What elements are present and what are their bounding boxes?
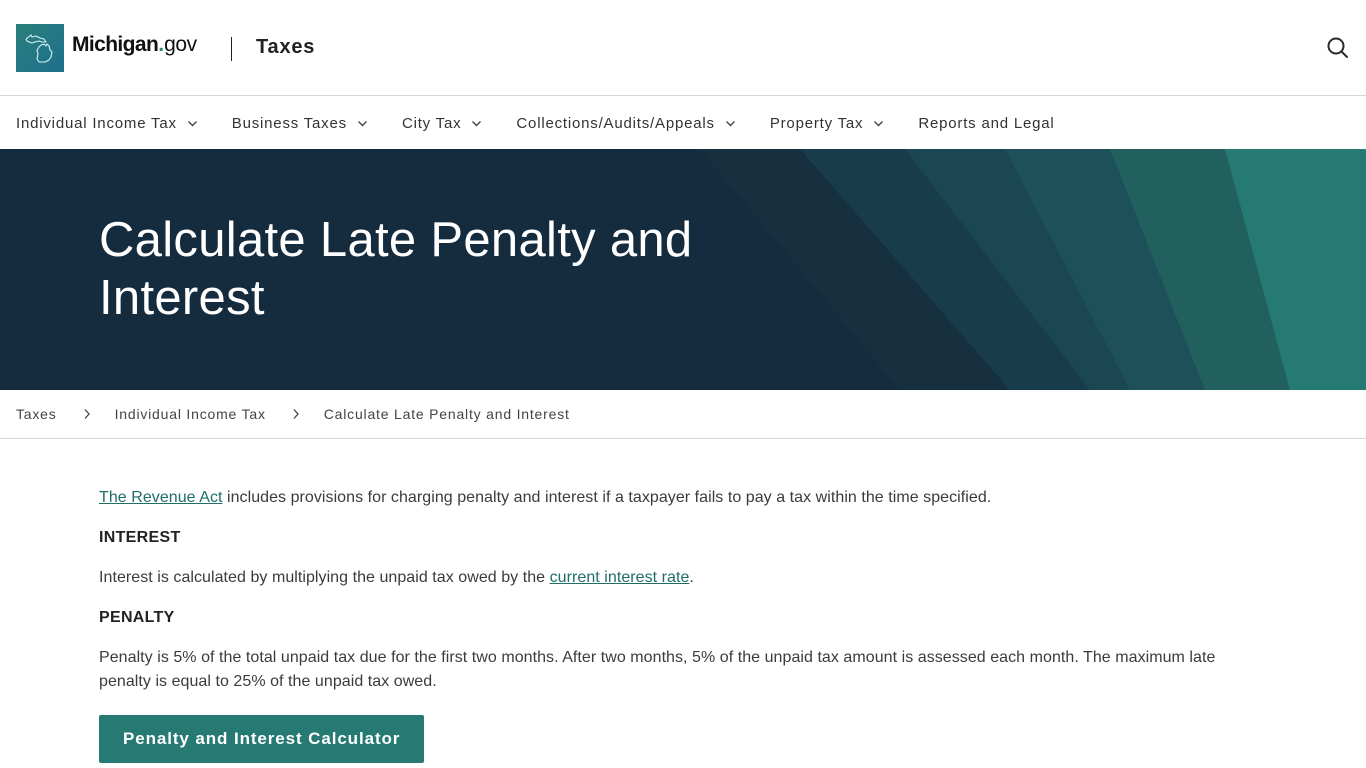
breadcrumb-item-individual-income-tax[interactable]: Individual Income Tax (115, 406, 266, 422)
breadcrumb-item-taxes[interactable]: Taxes (16, 406, 57, 422)
breadcrumb: Taxes Individual Income Tax Calculate La… (0, 390, 1366, 439)
intro-text: includes provisions for charging penalty… (222, 489, 992, 506)
nav-item-property-tax[interactable]: Property Tax (770, 115, 885, 132)
chevron-right-icon (293, 409, 299, 419)
revenue-act-link[interactable]: The Revenue Act (99, 489, 223, 506)
nav-item-label: City Tax (401, 114, 462, 132)
chevron-down-icon (874, 120, 884, 126)
penalty-interest-calculator-button[interactable]: Penalty and Interest Calculator (99, 715, 425, 763)
brand-gov: gov (164, 33, 197, 56)
michigan-state-outline-icon (25, 34, 53, 63)
intro-paragraph: The Revenue Act includes provisions for … (99, 486, 1269, 510)
site-header: Michigan. gov Taxes (0, 0, 1366, 96)
interest-paragraph: Interest is calculated by multiplying th… (99, 566, 1269, 590)
michigan-gov-wordmark[interactable]: Michigan. gov (72, 33, 197, 63)
penalty-paragraph: Penalty is 5% of the total unpaid tax du… (99, 649, 1216, 690)
search-icon (1327, 37, 1348, 58)
chevron-down-icon (725, 120, 735, 126)
interest-text-end: . (689, 569, 694, 586)
penalty-heading: PENALTY (99, 609, 175, 626)
nav-item-city-tax[interactable]: City Tax (402, 115, 482, 132)
nav-item-collections-audits-appeals[interactable]: Collections/Audits/Appeals (516, 115, 735, 132)
search-button[interactable] (1325, 35, 1351, 61)
chevron-down-icon (472, 120, 482, 126)
brand-divider (231, 37, 232, 61)
chevron-down-icon (187, 120, 197, 126)
nav-item-label: Individual Income Tax (16, 114, 177, 132)
page-title: Calculate Late Penalty and Interest (99, 213, 693, 325)
nav-item-reports-and-legal[interactable]: Reports and Legal (918, 115, 1054, 132)
interest-text: Interest is calculated by multiplying th… (99, 569, 550, 586)
michigan-logo[interactable] (16, 24, 64, 72)
nav-item-business-taxes[interactable]: Business Taxes (232, 115, 368, 132)
interest-heading: INTEREST (99, 529, 181, 546)
brand-name: Michigan (72, 33, 159, 56)
nav-item-label: Property Tax (769, 114, 864, 132)
main-navigation: Individual Income Tax Business Taxes Cit… (0, 97, 1366, 149)
chevron-right-icon (84, 409, 90, 419)
nav-item-label: Reports and Legal (918, 114, 1055, 132)
nav-item-label: Business Taxes (231, 114, 347, 132)
main-content: The Revenue Act includes provisions for … (99, 486, 1269, 763)
nav-item-label: Collections/Audits/Appeals (516, 114, 715, 132)
current-interest-rate-link[interactable]: current interest rate (550, 569, 690, 586)
chevron-down-icon (357, 120, 367, 126)
hero-banner: Calculate Late Penalty and Interest (0, 149, 1366, 390)
section-title[interactable]: Taxes (256, 36, 315, 59)
breadcrumb-item-current: Calculate Late Penalty and Interest (323, 406, 570, 422)
nav-item-individual-income-tax[interactable]: Individual Income Tax (16, 115, 198, 132)
